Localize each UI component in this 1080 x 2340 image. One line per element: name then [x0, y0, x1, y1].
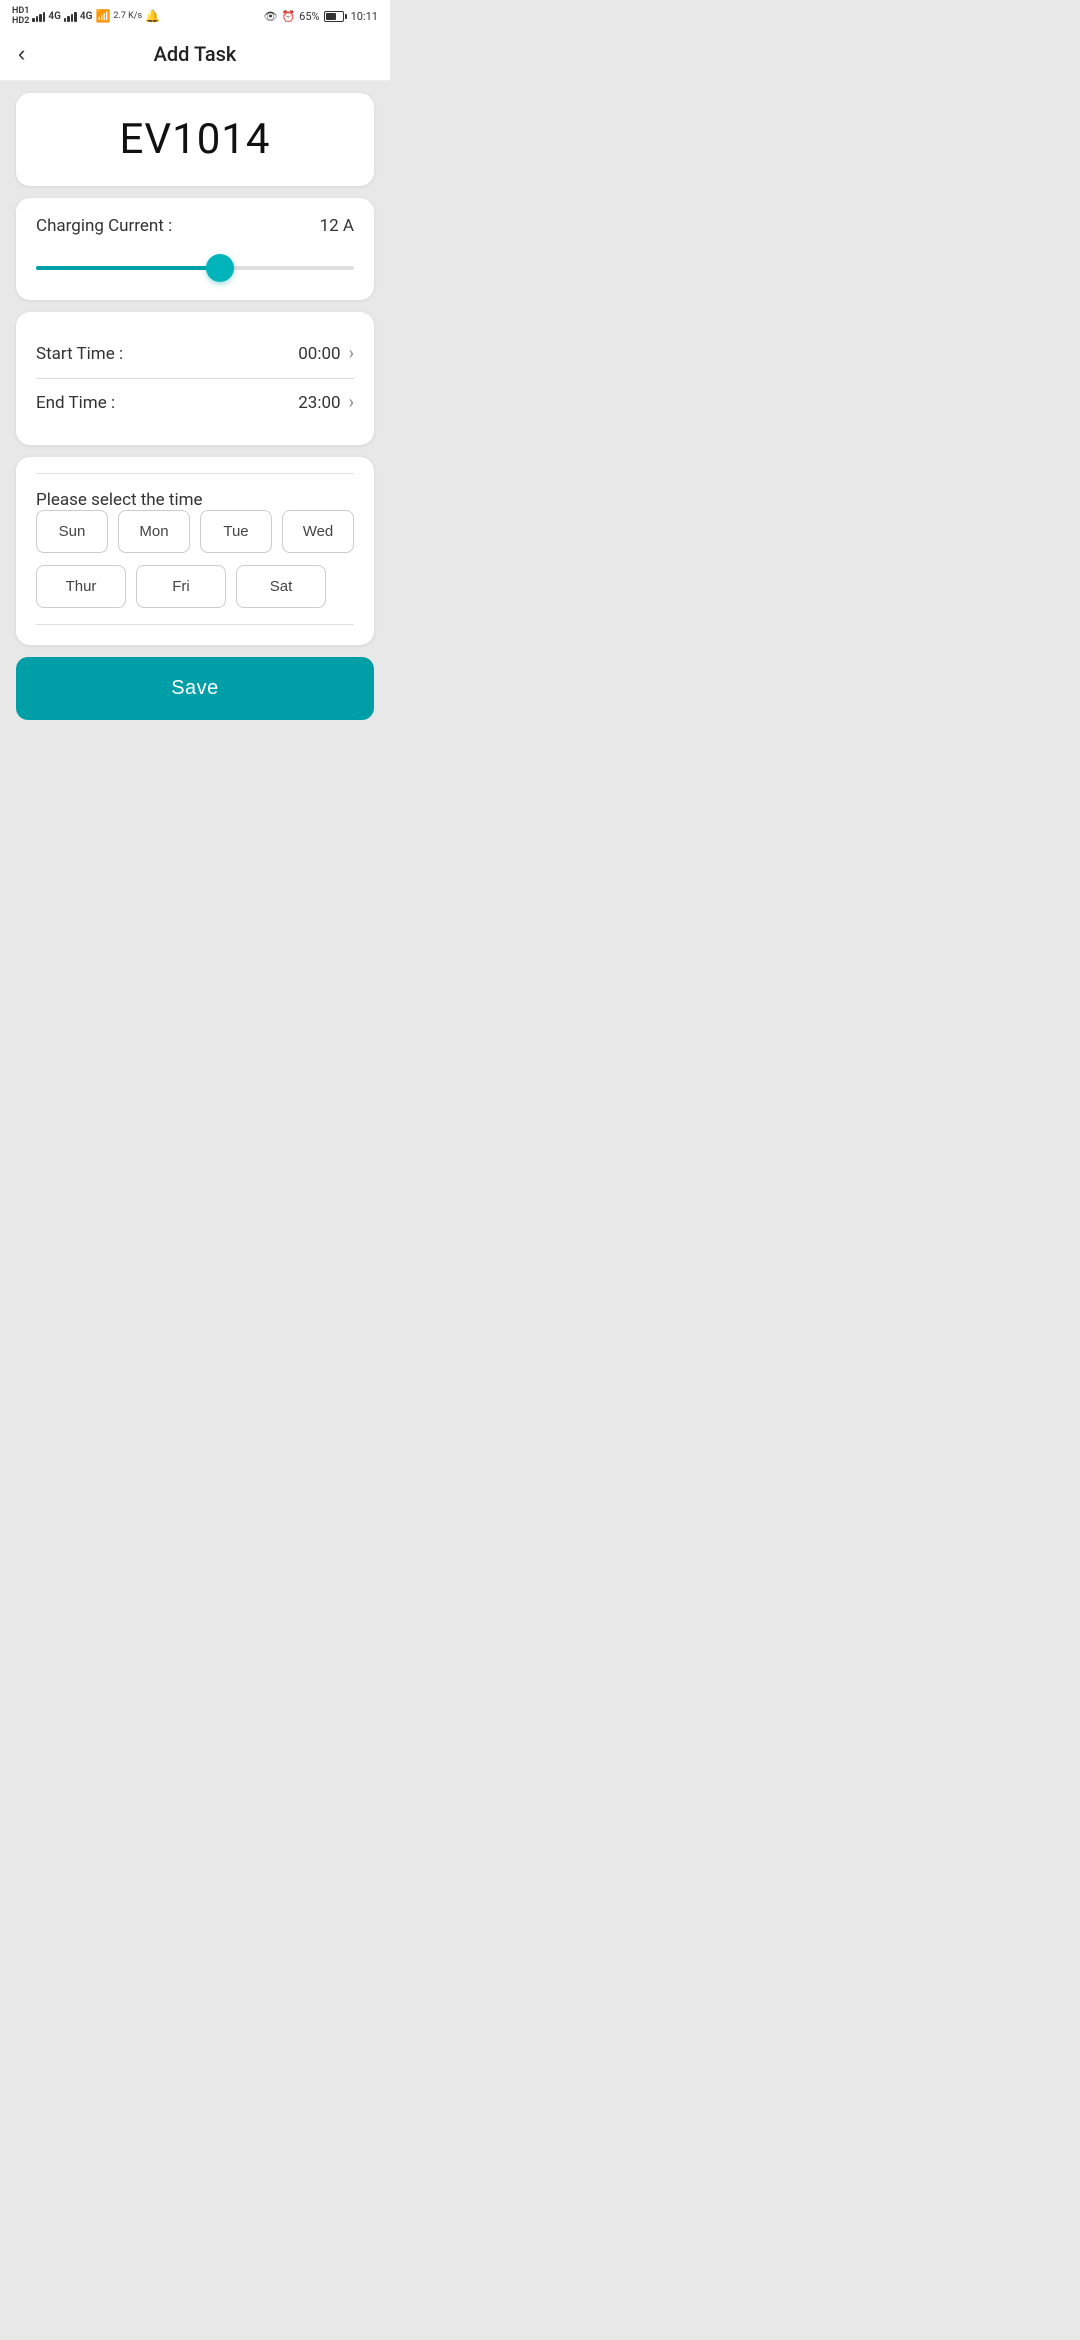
end-time-row[interactable]: End Time : 23:00 › [36, 379, 354, 427]
status-right: 👁 ⏰ 65% 10:11 [264, 10, 379, 23]
alarm-icon: ⏰ [281, 10, 295, 23]
notification-icon: 🔔 [145, 9, 160, 23]
day-button-thur[interactable]: Thur [36, 565, 126, 608]
status-left: HD1HD2 4G 4G 📶 2.7 K/s 🔔 [12, 6, 160, 26]
top-navigation: ‹ Add Task [0, 30, 390, 81]
network-type-2: 4G [80, 11, 93, 22]
end-time-value-group: 23:00 › [298, 393, 354, 413]
ev-id-card: EV1014 [16, 93, 374, 186]
day-button-tue[interactable]: Tue [200, 510, 272, 553]
back-button[interactable]: ‹ [18, 39, 33, 69]
day-button-mon[interactable]: Mon [118, 510, 190, 553]
signal-bars-1 [32, 10, 45, 22]
day-card-divider-top [36, 473, 354, 474]
current-label: Charging Current : [36, 216, 172, 236]
status-bar: HD1HD2 4G 4G 📶 2.7 K/s 🔔 👁 ⏰ 65% 10:11 [0, 0, 390, 30]
clock-time: 10:11 [351, 10, 378, 23]
start-time-row[interactable]: Start Time : 00:00 › [36, 330, 354, 379]
start-time-chevron: › [349, 345, 354, 363]
day-button-fri[interactable]: Fri [136, 565, 226, 608]
page-title: Add Task [154, 42, 237, 66]
battery-icon [324, 11, 347, 22]
start-time-value: 00:00 [298, 344, 340, 364]
battery-percent: 65% [299, 10, 319, 23]
wifi-icon: 📶 [95, 9, 110, 23]
start-time-label: Start Time : [36, 344, 123, 364]
ev-id-value: EV1014 [119, 115, 270, 164]
day-button-wed[interactable]: Wed [282, 510, 354, 553]
day-rows-container: Sun Mon Tue Wed Thur Fri Sat [36, 510, 354, 608]
day-button-sat[interactable]: Sat [236, 565, 326, 608]
day-button-sun[interactable]: Sun [36, 510, 108, 553]
main-content: EV1014 Charging Current : 12 A Start Tim… [0, 81, 390, 732]
day-selection-card: Please select the time Sun Mon Tue Wed T… [16, 457, 374, 645]
save-button[interactable]: Save [16, 657, 374, 720]
network-speed: 2.7 K/s [113, 11, 142, 21]
day-row-2: Thur Fri Sat [36, 565, 354, 608]
end-time-chevron: › [349, 394, 354, 412]
end-time-label: End Time : [36, 393, 115, 413]
day-row-1: Sun Mon Tue Wed [36, 510, 354, 553]
signal-bars-2 [64, 10, 77, 22]
network-label: HD1HD2 [12, 6, 29, 26]
charging-current-card: Charging Current : 12 A [16, 198, 374, 300]
current-header: Charging Current : 12 A [36, 216, 354, 236]
eye-icon: 👁 [264, 10, 278, 23]
end-time-value: 23:00 [298, 393, 340, 413]
network-type-1: 4G [48, 11, 61, 22]
day-selection-title: Please select the time [36, 490, 203, 510]
time-selection-card: Start Time : 00:00 › End Time : 23:00 › [16, 312, 374, 445]
day-card-divider-bottom [36, 624, 354, 625]
current-value: 12 A [320, 216, 354, 236]
slider-container[interactable] [36, 254, 354, 282]
start-time-value-group: 00:00 › [298, 344, 354, 364]
